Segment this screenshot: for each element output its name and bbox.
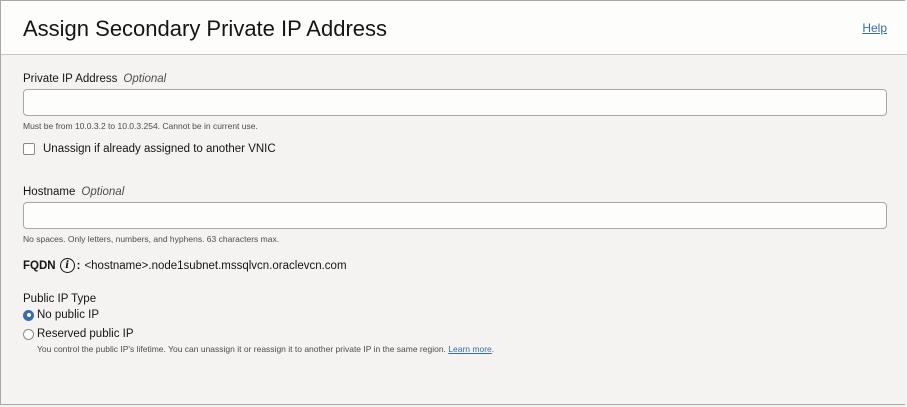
private-ip-label-text: Private IP Address (23, 73, 118, 85)
hostname-label: Hostname Optional (23, 186, 124, 198)
hostname-input[interactable] (23, 202, 887, 229)
learn-more-link[interactable]: Learn more (448, 344, 491, 354)
fqdn-label: FQDN (23, 259, 56, 272)
reserved-ip-description: You control the public IP's lifetime. Yo… (37, 344, 494, 354)
reserved-ip-description-text: You control the public IP's lifetime. Yo… (37, 344, 446, 354)
dialog-panel: Assign Secondary Private IP Address Help… (0, 0, 907, 405)
hostname-optional-tag: Optional (81, 186, 125, 198)
page-title: Assign Secondary Private IP Address (23, 16, 388, 41)
fqdn-row: FQDN i : <hostname>.node1subnet.mssqlvcn… (23, 258, 347, 273)
dialog-header: Assign Secondary Private IP Address Help (1, 1, 907, 55)
info-icon[interactable]: i (59, 258, 75, 273)
public-ip-type-label: Public IP Type (23, 293, 97, 305)
hostname-label-text: Hostname (23, 186, 76, 198)
radio-no-public-ip-button[interactable] (23, 309, 34, 321)
private-ip-optional-tag: Optional (123, 73, 167, 85)
private-ip-hint: Must be from 10.0.3.2 to 10.0.3.254. Can… (23, 121, 258, 131)
help-link[interactable]: Help (862, 21, 887, 35)
radio-no-public-ip[interactable]: No public IP (23, 309, 99, 321)
hostname-hint: No spaces. Only letters, numbers, and hy… (23, 234, 280, 244)
fqdn-colon: : (76, 259, 81, 272)
radio-reserved-public-ip[interactable]: Reserved public IP (23, 328, 134, 340)
unassign-checkbox-label: Unassign if already assigned to another … (43, 143, 276, 155)
reserved-ip-description-period: . (491, 344, 495, 354)
unassign-checkbox-row[interactable]: Unassign if already assigned to another … (23, 143, 276, 155)
radio-reserved-public-ip-label: Reserved public IP (37, 328, 134, 340)
radio-no-public-ip-label: No public IP (37, 309, 100, 321)
unassign-checkbox[interactable] (23, 143, 35, 155)
private-ip-label: Private IP Address Optional (23, 73, 166, 85)
radio-reserved-public-ip-button[interactable] (23, 328, 34, 340)
fqdn-value: <hostname>.node1subnet.mssqlvcn.oraclevc… (84, 259, 347, 272)
private-ip-input[interactable] (23, 89, 887, 116)
